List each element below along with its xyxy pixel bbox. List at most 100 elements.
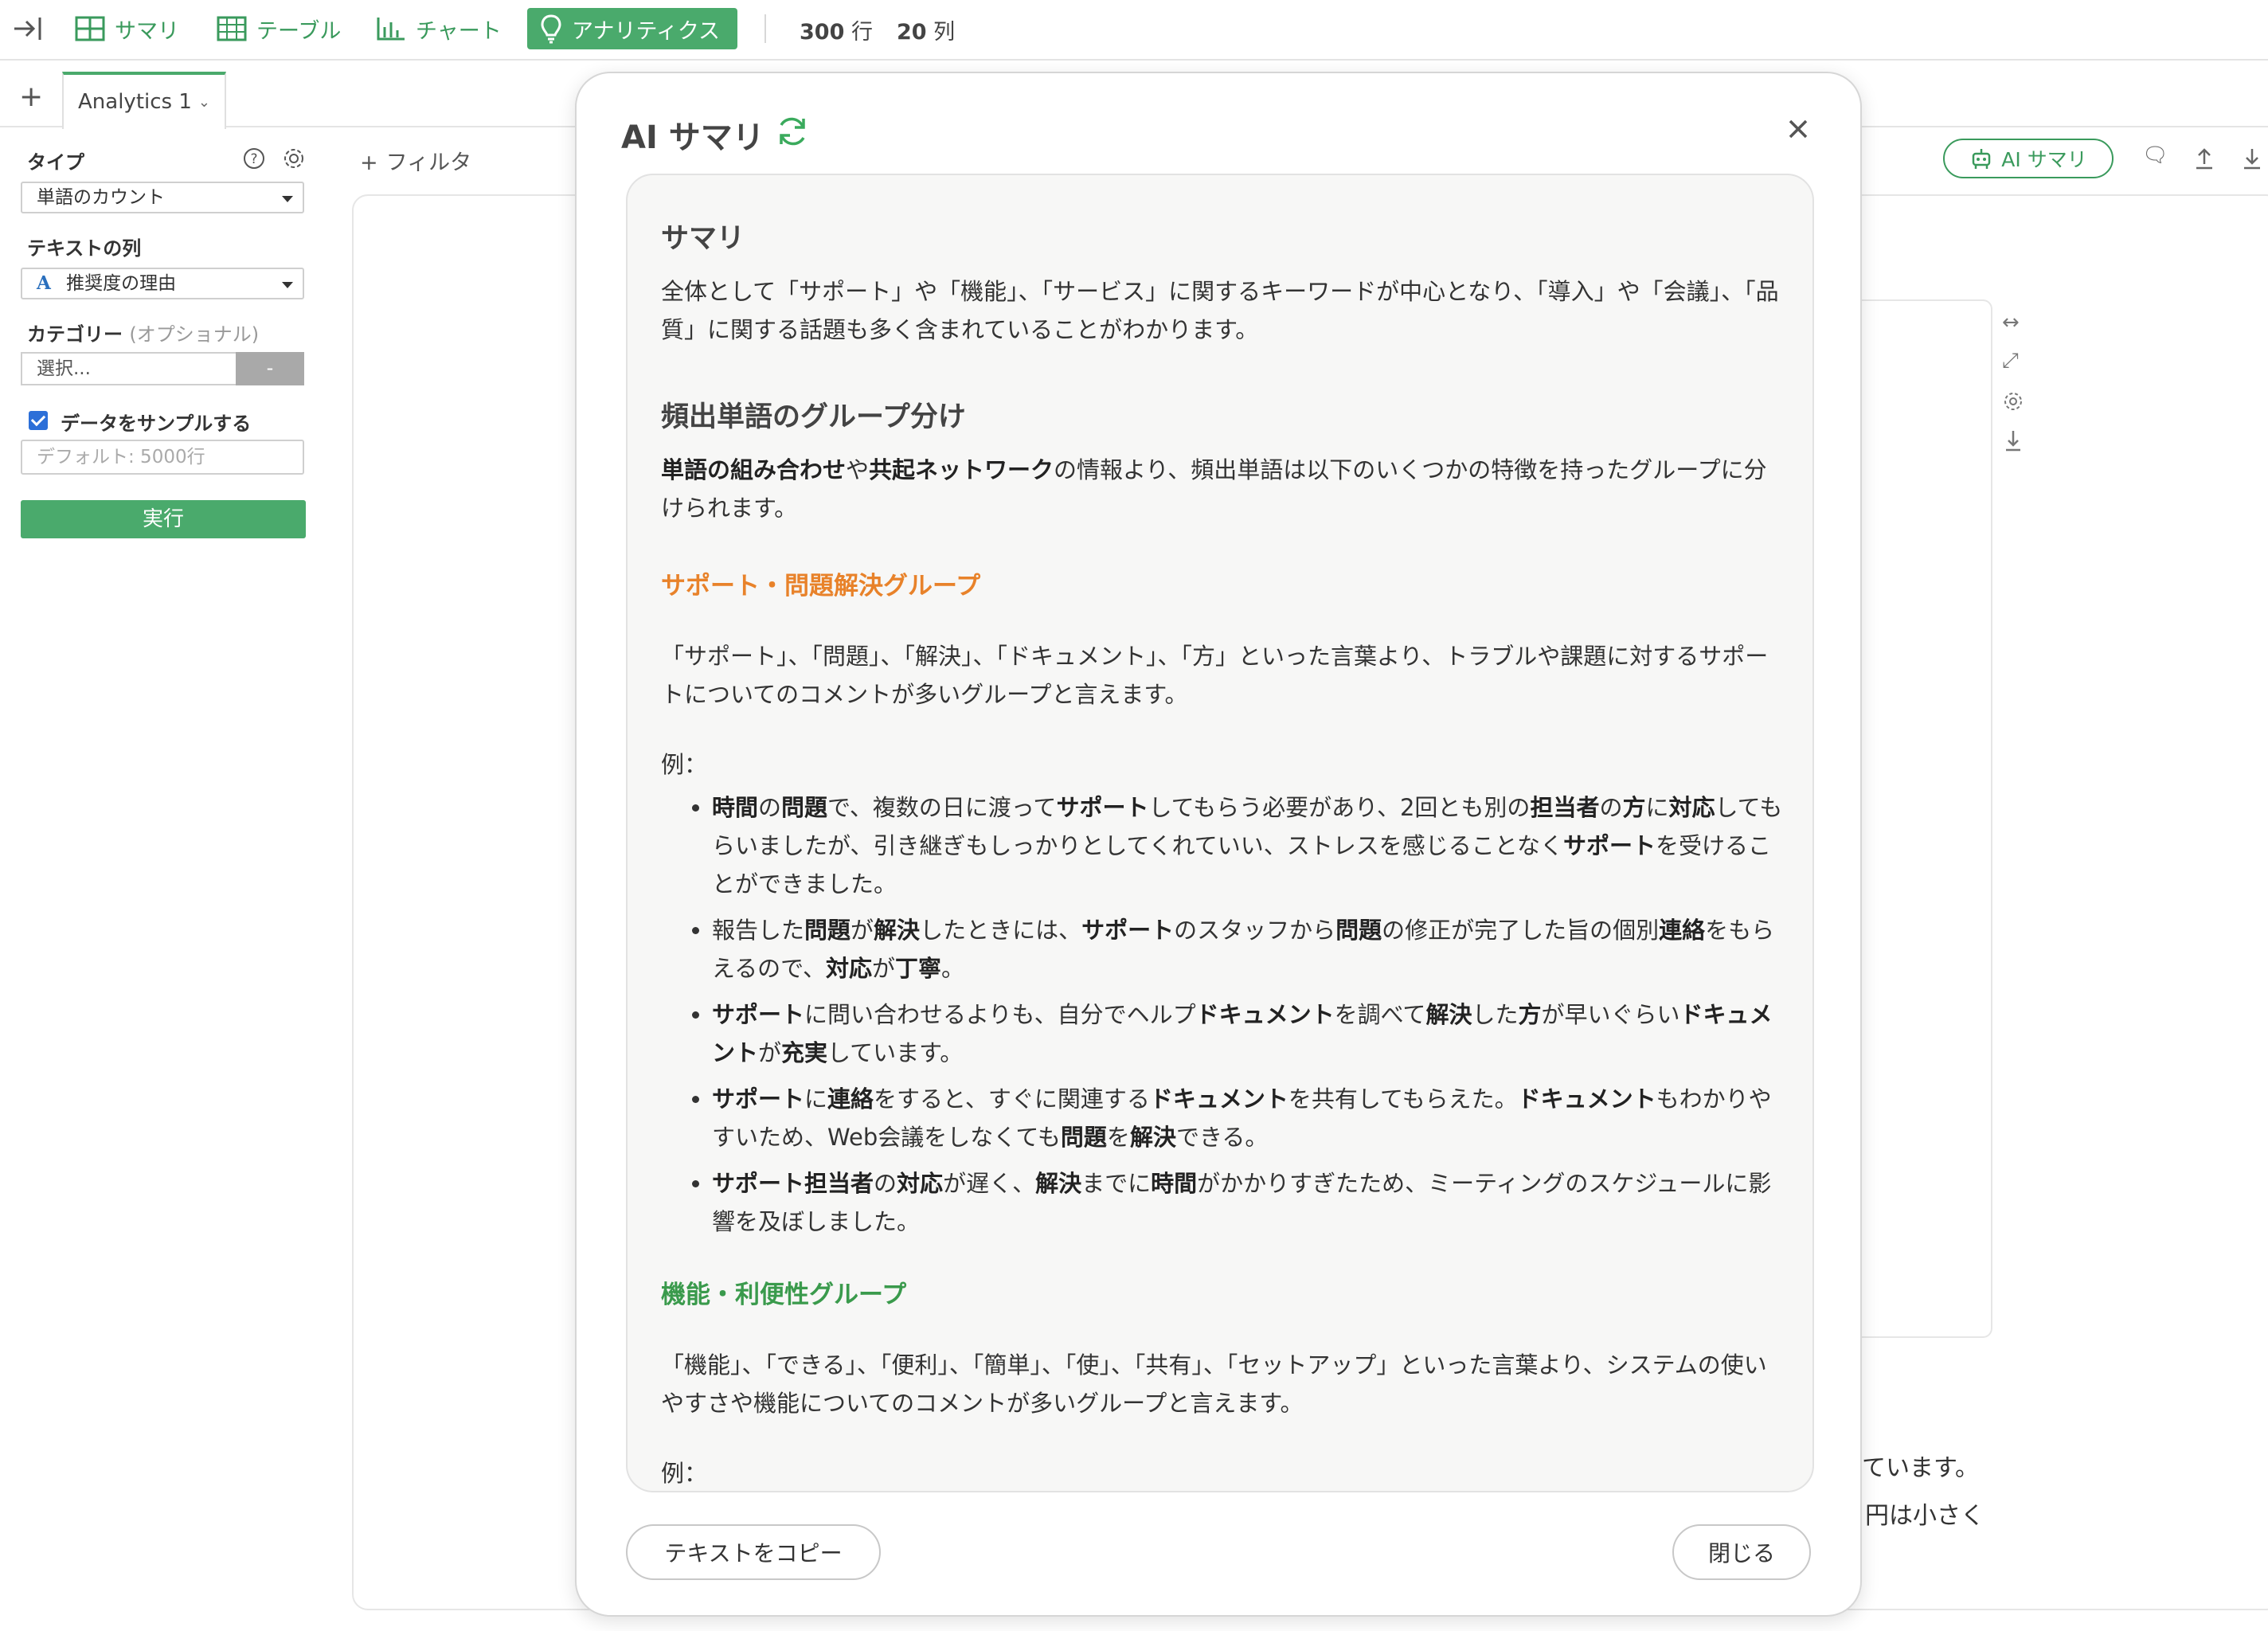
- gear-icon[interactable]: [282, 147, 306, 170]
- example-item: サポートに連絡をすると、すぐに関連するドキュメントを共有してもらえた。ドキュメン…: [712, 1080, 1785, 1156]
- nav-analytics[interactable]: アナリティクス: [527, 8, 738, 49]
- tab-analytics-1[interactable]: Analytics 1 ⌄: [62, 72, 226, 129]
- keyword: 対応: [825, 955, 872, 982]
- text-segment: で、複数の日に渡って: [827, 794, 1057, 821]
- help-icon[interactable]: ?: [242, 147, 266, 170]
- close-icon[interactable]: [1782, 113, 1814, 145]
- copy-text-button[interactable]: テキストをコピー: [626, 1524, 881, 1580]
- keyword: ドキュメント: [1149, 1085, 1288, 1113]
- keyword: 問題: [1335, 917, 1382, 944]
- keyword: 充実: [781, 1039, 828, 1066]
- dropdown-caret-icon: [282, 196, 293, 202]
- grouping-intro-text-1: や: [846, 456, 870, 483]
- keyword: 担当者: [804, 1170, 874, 1197]
- tab-label: Analytics 1: [78, 90, 192, 114]
- sample-data-checkbox[interactable]: [29, 411, 48, 430]
- category-select[interactable]: 選択...: [21, 352, 236, 385]
- expand-icon[interactable]: ⤢: [2002, 349, 2019, 374]
- keyword: サポート: [712, 1085, 805, 1113]
- chevron-down-icon[interactable]: ⌄: [198, 94, 210, 111]
- grouping-heading: 頻出単語のグループ分け: [661, 401, 966, 433]
- run-button[interactable]: 実行: [21, 500, 306, 538]
- type-select-value: 単語のカウント: [37, 187, 165, 208]
- group-support-description: 「サポート」、「問題」、「解決」、「ドキュメント」、「方」といった言葉より、トラ…: [661, 643, 1769, 708]
- example-item: サポート担当者の対応が遅く、解決までに時間がかかりすぎたため、ミーティングのスケ…: [712, 1164, 1785, 1241]
- text-segment: の: [874, 1170, 897, 1197]
- column-count-unit: 列: [933, 20, 956, 45]
- text-column-select[interactable]: A 推奨度の理由: [21, 268, 304, 299]
- category-clear-button[interactable]: -: [236, 352, 304, 385]
- text-segment: までに: [1081, 1170, 1152, 1197]
- example-item: 報告した問題が解決したときには、サポートのスタッフから問題の修正が完了した旨の個…: [712, 911, 1785, 988]
- text-segment: が遅く、: [943, 1170, 1036, 1197]
- keyword: サポート: [1562, 832, 1656, 859]
- text-column-value: 推奨度の理由: [66, 273, 177, 294]
- text-segment: 報告した: [712, 917, 805, 944]
- text-segment: できる。: [1175, 1124, 1269, 1151]
- chart-frame: [1848, 299, 1992, 1338]
- text-type-icon: A: [37, 272, 51, 294]
- keyword: サポート: [712, 1170, 805, 1197]
- text-segment: を調べて: [1334, 1001, 1426, 1028]
- keyword: ドキュメント: [1195, 1001, 1335, 1028]
- chart-download-icon[interactable]: [2002, 428, 2024, 452]
- nav-summary-label: サマリ: [115, 18, 179, 44]
- grouping-intro-term-1: 単語の組み合わせ: [661, 456, 847, 483]
- keyword: 解決: [1035, 1170, 1082, 1197]
- keyword: 時間: [1151, 1170, 1198, 1197]
- keyword: 担当者: [1530, 794, 1600, 821]
- filter-button[interactable]: + フィルタ: [360, 145, 471, 176]
- row-count-unit: 行: [850, 20, 873, 45]
- refresh-icon[interactable]: [774, 113, 811, 150]
- type-select[interactable]: 単語のカウント: [21, 182, 304, 213]
- download-icon[interactable]: [2241, 147, 2263, 170]
- collapse-sidebar-icon[interactable]: [11, 13, 45, 45]
- sample-size-placeholder: デフォルト: 5000行: [37, 447, 205, 467]
- text-segment: が: [872, 955, 896, 982]
- keyword: サポート: [1081, 917, 1175, 944]
- keyword: 解決: [1425, 1001, 1472, 1028]
- background-description-line-1: ています。: [1862, 1454, 1979, 1482]
- sample-size-input[interactable]: デフォルト: 5000行: [21, 440, 304, 475]
- type-label: タイプ: [27, 151, 84, 174]
- keyword: 問題: [781, 794, 828, 821]
- svg-text:?: ?: [250, 151, 257, 167]
- plus-icon: +: [360, 151, 378, 175]
- examples-label: 例：: [661, 751, 708, 778]
- keyword: 対応: [897, 1170, 944, 1197]
- examples-label-2: 例：: [661, 1460, 708, 1487]
- keyword: 方: [1622, 794, 1646, 821]
- add-tab-icon[interactable]: +: [19, 83, 43, 111]
- keyword: 時間: [712, 794, 759, 821]
- example-item: サポートに問い合わせるよりも、自分でヘルプドキュメントを調べて解決した方が早いぐ…: [712, 995, 1785, 1072]
- text-segment: に問い合わせるよりも、自分でヘルプ: [804, 1001, 1196, 1028]
- category-placeholder: 選択...: [37, 358, 91, 379]
- nav-summary[interactable]: サマリ: [75, 8, 179, 49]
- text-segment: をすると、すぐに関連する: [874, 1085, 1150, 1113]
- close-button[interactable]: 閉じる: [1672, 1524, 1811, 1580]
- text-segment: のスタッフから: [1174, 917, 1336, 944]
- text-segment: を共有してもらえた。: [1288, 1085, 1518, 1113]
- dropdown-caret-icon: [282, 282, 293, 288]
- category-label-text: カテゴリー: [27, 323, 123, 346]
- keyword: 対応: [1668, 794, 1715, 821]
- chart-settings-gear-icon[interactable]: [2002, 390, 2024, 413]
- fit-width-icon[interactable]: ↔: [2002, 311, 2020, 334]
- dialog-title: AI サマリ: [621, 119, 764, 156]
- comment-icon[interactable]: 🗨: [2142, 143, 2168, 167]
- upload-icon[interactable]: [2193, 147, 2215, 170]
- summary-heading: サマリ: [661, 223, 745, 255]
- grouping-intro-term-2: 共起ネットワーク: [869, 456, 1054, 483]
- nav-table[interactable]: テーブル: [217, 8, 341, 49]
- category-optional-note: (オプショナル): [129, 323, 260, 346]
- text-segment: の: [758, 794, 782, 821]
- text-segment: 。: [941, 955, 965, 982]
- keyword: 問題: [1060, 1124, 1107, 1151]
- ai-summary-button-label: AI サマリ: [2001, 148, 2087, 171]
- filter-label: フィルタ: [385, 151, 472, 175]
- ai-summary-button[interactable]: AI サマリ: [1943, 139, 2114, 178]
- keyword: 解決: [1129, 1124, 1176, 1151]
- nav-chart[interactable]: チャート: [376, 8, 502, 49]
- text-segment: に: [1645, 794, 1669, 821]
- summary-content-scroll[interactable]: サマリ 全体として「サポート」や「機能」、「サービス」に関するキーワードが中心と…: [626, 174, 1814, 1492]
